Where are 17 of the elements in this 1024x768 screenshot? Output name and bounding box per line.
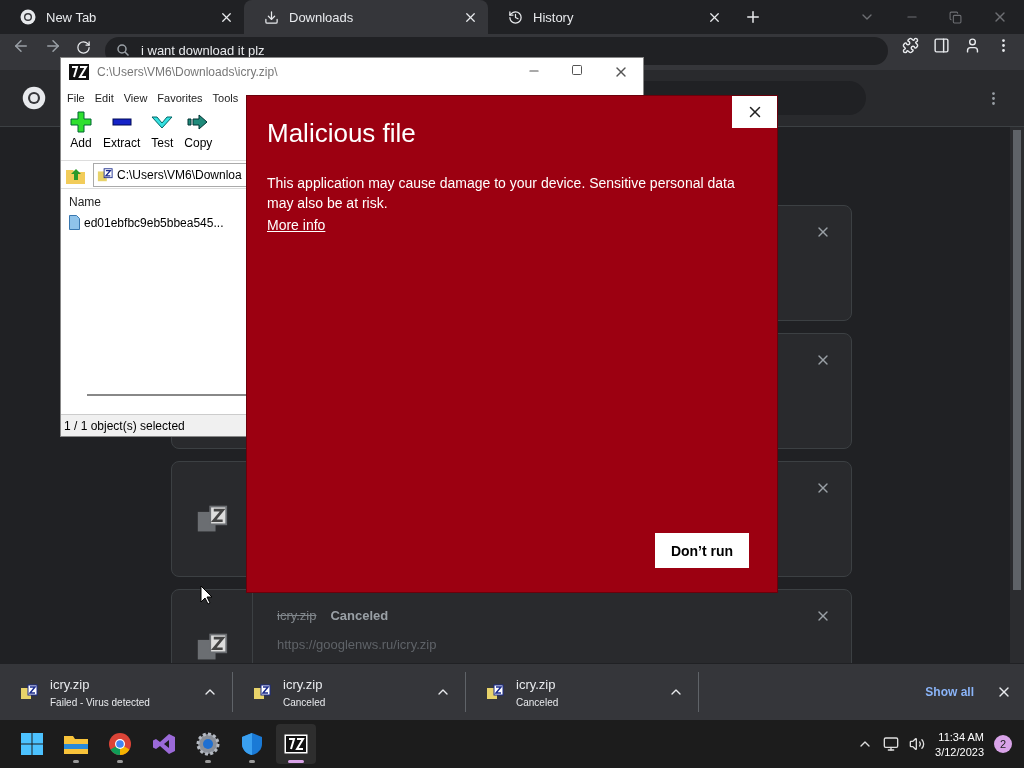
tab-title: New Tab [46, 9, 98, 25]
window-title: C:\Users\VM6\Downloads\icry.zip\ [97, 65, 279, 79]
dialog-title: Malicious file [267, 118, 417, 149]
download-status: Failed - Virus detected [50, 696, 151, 708]
download-status: Canceled [330, 608, 389, 623]
status-text: 1 / 1 object(s) selected [64, 418, 185, 433]
download-status: Canceled [283, 696, 327, 708]
download-status: Canceled [516, 696, 560, 708]
date: 3/12/2023 [935, 745, 984, 758]
file-name: icry.zip [516, 676, 557, 692]
address-text: i want download it plz [141, 43, 265, 58]
file-name: icry.zip [50, 676, 91, 692]
file-name: icry.zip [283, 676, 324, 692]
time: 11:34 AM [938, 730, 984, 743]
dialog-message: This application may cause damage to your device. Sensitive personal data may also be at risk. [267, 174, 736, 213]
tab-title: Downloads [289, 9, 355, 25]
tab-title: History [533, 9, 575, 25]
